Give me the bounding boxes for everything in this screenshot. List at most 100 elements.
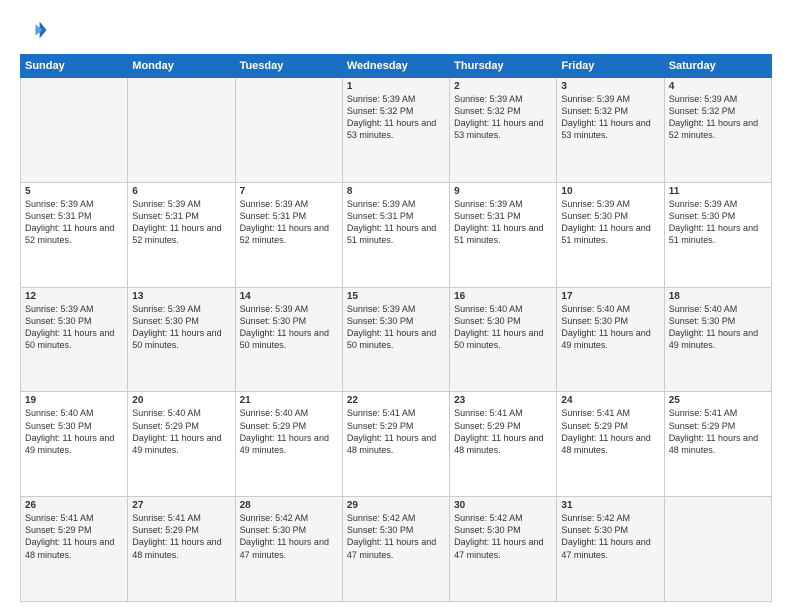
day-number: 2	[454, 81, 552, 92]
day-number: 1	[347, 81, 445, 92]
day-number: 17	[561, 291, 659, 302]
day-info: Sunrise: 5:39 AM Sunset: 5:32 PM Dayligh…	[454, 93, 552, 142]
day-info: Sunrise: 5:39 AM Sunset: 5:30 PM Dayligh…	[347, 303, 445, 352]
day-number: 27	[132, 500, 230, 511]
day-info: Sunrise: 5:40 AM Sunset: 5:29 PM Dayligh…	[240, 407, 338, 456]
day-number: 30	[454, 500, 552, 511]
day-info: Sunrise: 5:39 AM Sunset: 5:32 PM Dayligh…	[669, 93, 767, 142]
day-number: 26	[25, 500, 123, 511]
day-info: Sunrise: 5:42 AM Sunset: 5:30 PM Dayligh…	[347, 512, 445, 561]
day-number: 20	[132, 395, 230, 406]
day-info: Sunrise: 5:39 AM Sunset: 5:30 PM Dayligh…	[25, 303, 123, 352]
calendar-cell: 27Sunrise: 5:41 AM Sunset: 5:29 PM Dayli…	[128, 497, 235, 602]
calendar-cell: 16Sunrise: 5:40 AM Sunset: 5:30 PM Dayli…	[450, 287, 557, 392]
calendar-cell	[21, 78, 128, 183]
day-number: 22	[347, 395, 445, 406]
calendar-cell: 8Sunrise: 5:39 AM Sunset: 5:31 PM Daylig…	[342, 182, 449, 287]
calendar-cell: 14Sunrise: 5:39 AM Sunset: 5:30 PM Dayli…	[235, 287, 342, 392]
day-info: Sunrise: 5:41 AM Sunset: 5:29 PM Dayligh…	[25, 512, 123, 561]
day-info: Sunrise: 5:40 AM Sunset: 5:30 PM Dayligh…	[25, 407, 123, 456]
calendar-cell: 9Sunrise: 5:39 AM Sunset: 5:31 PM Daylig…	[450, 182, 557, 287]
day-number: 6	[132, 186, 230, 197]
day-number: 13	[132, 291, 230, 302]
day-number: 18	[669, 291, 767, 302]
day-number: 12	[25, 291, 123, 302]
calendar-cell: 21Sunrise: 5:40 AM Sunset: 5:29 PM Dayli…	[235, 392, 342, 497]
day-info: Sunrise: 5:40 AM Sunset: 5:30 PM Dayligh…	[669, 303, 767, 352]
day-info: Sunrise: 5:39 AM Sunset: 5:31 PM Dayligh…	[25, 198, 123, 247]
calendar-table: SundayMondayTuesdayWednesdayThursdayFrid…	[20, 54, 772, 602]
calendar-week-3: 12Sunrise: 5:39 AM Sunset: 5:30 PM Dayli…	[21, 287, 772, 392]
day-info: Sunrise: 5:39 AM Sunset: 5:30 PM Dayligh…	[132, 303, 230, 352]
calendar-cell: 28Sunrise: 5:42 AM Sunset: 5:30 PM Dayli…	[235, 497, 342, 602]
calendar-week-4: 19Sunrise: 5:40 AM Sunset: 5:30 PM Dayli…	[21, 392, 772, 497]
day-info: Sunrise: 5:41 AM Sunset: 5:29 PM Dayligh…	[347, 407, 445, 456]
calendar-cell: 31Sunrise: 5:42 AM Sunset: 5:30 PM Dayli…	[557, 497, 664, 602]
calendar-cell: 15Sunrise: 5:39 AM Sunset: 5:30 PM Dayli…	[342, 287, 449, 392]
day-number: 16	[454, 291, 552, 302]
day-number: 28	[240, 500, 338, 511]
logo	[20, 16, 52, 44]
day-number: 15	[347, 291, 445, 302]
day-number: 4	[669, 81, 767, 92]
day-info: Sunrise: 5:42 AM Sunset: 5:30 PM Dayligh…	[561, 512, 659, 561]
calendar-cell: 13Sunrise: 5:39 AM Sunset: 5:30 PM Dayli…	[128, 287, 235, 392]
day-number: 31	[561, 500, 659, 511]
day-number: 23	[454, 395, 552, 406]
calendar-cell: 18Sunrise: 5:40 AM Sunset: 5:30 PM Dayli…	[664, 287, 771, 392]
day-info: Sunrise: 5:40 AM Sunset: 5:30 PM Dayligh…	[561, 303, 659, 352]
day-info: Sunrise: 5:39 AM Sunset: 5:31 PM Dayligh…	[347, 198, 445, 247]
day-info: Sunrise: 5:39 AM Sunset: 5:30 PM Dayligh…	[240, 303, 338, 352]
day-info: Sunrise: 5:41 AM Sunset: 5:29 PM Dayligh…	[454, 407, 552, 456]
calendar-cell	[235, 78, 342, 183]
calendar-cell: 12Sunrise: 5:39 AM Sunset: 5:30 PM Dayli…	[21, 287, 128, 392]
calendar-cell: 4Sunrise: 5:39 AM Sunset: 5:32 PM Daylig…	[664, 78, 771, 183]
day-number: 5	[25, 186, 123, 197]
calendar-cell: 24Sunrise: 5:41 AM Sunset: 5:29 PM Dayli…	[557, 392, 664, 497]
day-info: Sunrise: 5:42 AM Sunset: 5:30 PM Dayligh…	[454, 512, 552, 561]
day-info: Sunrise: 5:39 AM Sunset: 5:30 PM Dayligh…	[669, 198, 767, 247]
calendar-cell: 20Sunrise: 5:40 AM Sunset: 5:29 PM Dayli…	[128, 392, 235, 497]
day-number: 11	[669, 186, 767, 197]
day-info: Sunrise: 5:39 AM Sunset: 5:31 PM Dayligh…	[132, 198, 230, 247]
calendar-cell: 26Sunrise: 5:41 AM Sunset: 5:29 PM Dayli…	[21, 497, 128, 602]
day-info: Sunrise: 5:40 AM Sunset: 5:30 PM Dayligh…	[454, 303, 552, 352]
weekday-header-friday: Friday	[557, 55, 664, 78]
calendar-cell: 11Sunrise: 5:39 AM Sunset: 5:30 PM Dayli…	[664, 182, 771, 287]
day-number: 25	[669, 395, 767, 406]
calendar-week-5: 26Sunrise: 5:41 AM Sunset: 5:29 PM Dayli…	[21, 497, 772, 602]
day-number: 3	[561, 81, 659, 92]
header	[20, 16, 772, 44]
calendar-cell: 10Sunrise: 5:39 AM Sunset: 5:30 PM Dayli…	[557, 182, 664, 287]
day-number: 19	[25, 395, 123, 406]
day-info: Sunrise: 5:39 AM Sunset: 5:32 PM Dayligh…	[561, 93, 659, 142]
calendar-cell: 19Sunrise: 5:40 AM Sunset: 5:30 PM Dayli…	[21, 392, 128, 497]
calendar-week-1: 1 Sunrise: 5:39 AM Sunset: 5:32 PM Daylig…	[21, 78, 772, 183]
day-number: 24	[561, 395, 659, 406]
calendar-cell	[664, 497, 771, 602]
calendar-cell: 25Sunrise: 5:41 AM Sunset: 5:29 PM Dayli…	[664, 392, 771, 497]
day-number: 21	[240, 395, 338, 406]
day-info: Sunrise: 5:39 AM Sunset: 5:30 PM Dayligh…	[561, 198, 659, 247]
calendar-cell: 6Sunrise: 5:39 AM Sunset: 5:31 PM Daylig…	[128, 182, 235, 287]
day-info: Sunrise: 5:40 AM Sunset: 5:29 PM Dayligh…	[132, 407, 230, 456]
day-number: 8	[347, 186, 445, 197]
day-number: 7	[240, 186, 338, 197]
day-number: 29	[347, 500, 445, 511]
day-info: Sunrise: 5:41 AM Sunset: 5:29 PM Dayligh…	[132, 512, 230, 561]
calendar-cell: 7Sunrise: 5:39 AM Sunset: 5:31 PM Daylig…	[235, 182, 342, 287]
day-info: Sunrise: 5:39 AM Sunset: 5:31 PM Dayligh…	[454, 198, 552, 247]
day-number: 10	[561, 186, 659, 197]
day-info: Sunrise: 5:41 AM Sunset: 5:29 PM Dayligh…	[669, 407, 767, 456]
page: SundayMondayTuesdayWednesdayThursdayFrid…	[0, 0, 792, 612]
calendar-cell: 5Sunrise: 5:39 AM Sunset: 5:31 PM Daylig…	[21, 182, 128, 287]
logo-icon	[20, 16, 48, 44]
day-number: 9	[454, 186, 552, 197]
calendar-cell: 30Sunrise: 5:42 AM Sunset: 5:30 PM Dayli…	[450, 497, 557, 602]
calendar-cell: 23Sunrise: 5:41 AM Sunset: 5:29 PM Dayli…	[450, 392, 557, 497]
calendar-cell: 1Sunrise: 5:39 AM Sunset: 5:32 PM Daylig…	[342, 78, 449, 183]
calendar-cell	[128, 78, 235, 183]
weekday-header-thursday: Thursday	[450, 55, 557, 78]
weekday-header-tuesday: Tuesday	[235, 55, 342, 78]
calendar-week-2: 5Sunrise: 5:39 AM Sunset: 5:31 PM Daylig…	[21, 182, 772, 287]
